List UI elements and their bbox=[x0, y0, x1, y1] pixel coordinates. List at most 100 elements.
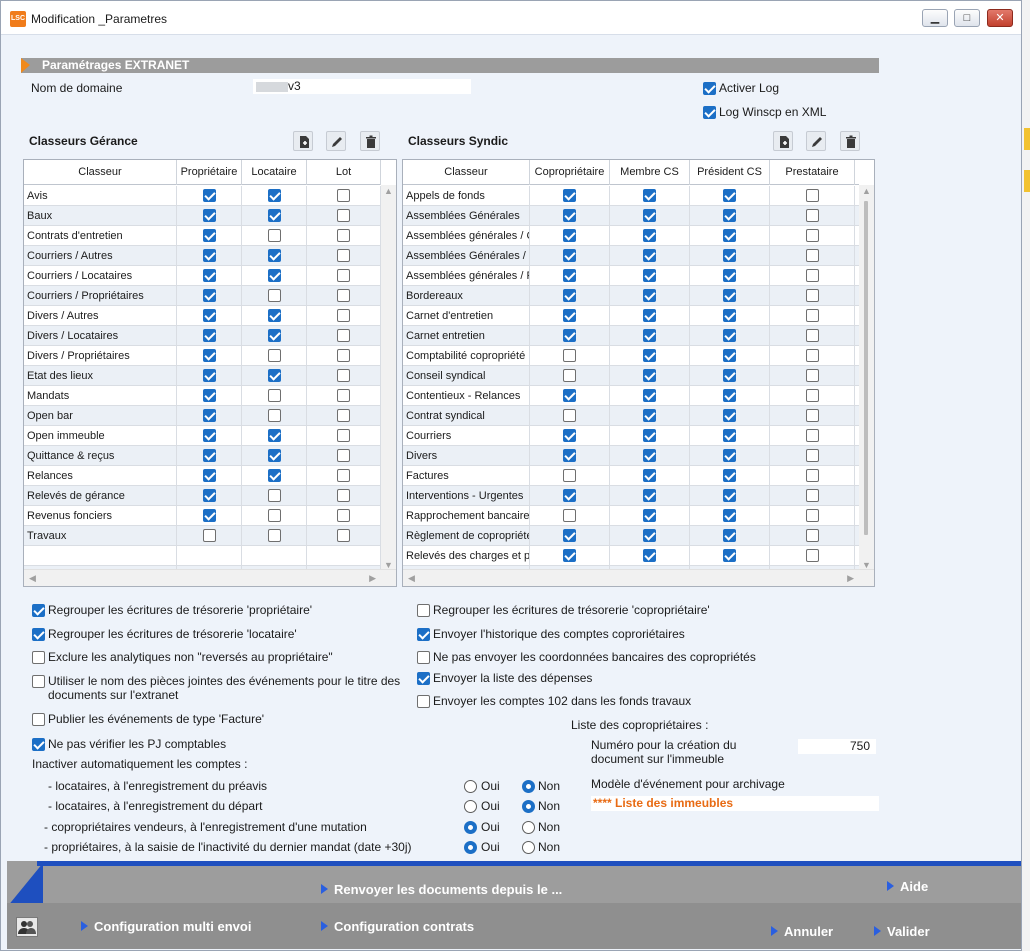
users-icon[interactable] bbox=[16, 917, 38, 937]
radio-non[interactable] bbox=[522, 780, 535, 793]
row-checkbox[interactable] bbox=[806, 309, 819, 322]
row-checkbox[interactable] bbox=[806, 289, 819, 302]
option-checkbox[interactable] bbox=[417, 604, 430, 617]
row-checkbox[interactable] bbox=[723, 209, 736, 222]
row-checkbox[interactable] bbox=[806, 269, 819, 282]
maximize-button[interactable]: □ bbox=[954, 9, 980, 27]
vertical-scrollbar[interactable]: ▲ ▼ bbox=[381, 185, 396, 571]
radio-non[interactable] bbox=[522, 800, 535, 813]
option-checkbox[interactable] bbox=[417, 672, 430, 685]
table-row[interactable]: Contentieux - Relances bbox=[403, 386, 859, 406]
row-checkbox[interactable] bbox=[268, 289, 281, 302]
row-checkbox[interactable] bbox=[643, 369, 656, 382]
row-checkbox[interactable] bbox=[563, 469, 576, 482]
table-row[interactable]: Divers / Locataires bbox=[24, 326, 381, 346]
row-checkbox[interactable] bbox=[268, 309, 281, 322]
row-checkbox[interactable] bbox=[723, 269, 736, 282]
row-checkbox[interactable] bbox=[723, 529, 736, 542]
gerance-add-button[interactable] bbox=[293, 131, 313, 151]
row-checkbox[interactable] bbox=[806, 369, 819, 382]
row-checkbox[interactable] bbox=[723, 309, 736, 322]
row-checkbox[interactable] bbox=[337, 469, 350, 482]
row-checkbox[interactable] bbox=[563, 209, 576, 222]
radio-oui[interactable] bbox=[464, 800, 477, 813]
option-checkbox[interactable] bbox=[32, 738, 45, 751]
table-row[interactable]: Divers / Propriétaires bbox=[24, 346, 381, 366]
row-checkbox[interactable] bbox=[563, 289, 576, 302]
table-row[interactable]: Etat des lieux bbox=[24, 366, 381, 386]
row-checkbox[interactable] bbox=[337, 209, 350, 222]
horizontal-scrollbar[interactable]: ◀ ▶ bbox=[24, 569, 396, 586]
row-checkbox[interactable] bbox=[643, 509, 656, 522]
radio-oui[interactable] bbox=[464, 821, 477, 834]
minimize-button[interactable]: ▁ bbox=[922, 9, 948, 27]
row-checkbox[interactable] bbox=[643, 249, 656, 262]
row-checkbox[interactable] bbox=[563, 489, 576, 502]
radio-oui[interactable] bbox=[464, 780, 477, 793]
row-checkbox[interactable] bbox=[268, 429, 281, 442]
option-checkbox[interactable] bbox=[32, 713, 45, 726]
table-row[interactable]: Courriers / Propriétaires bbox=[24, 286, 381, 306]
modele-input[interactable]: **** Liste des immeubles bbox=[591, 796, 879, 811]
row-checkbox[interactable] bbox=[723, 329, 736, 342]
row-checkbox[interactable] bbox=[723, 349, 736, 362]
row-checkbox[interactable] bbox=[268, 189, 281, 202]
row-checkbox[interactable] bbox=[337, 409, 350, 422]
row-checkbox[interactable] bbox=[806, 429, 819, 442]
row-checkbox[interactable] bbox=[723, 369, 736, 382]
row-checkbox[interactable] bbox=[337, 369, 350, 382]
option-checkbox[interactable] bbox=[32, 628, 45, 641]
row-checkbox[interactable] bbox=[203, 509, 216, 522]
row-checkbox[interactable] bbox=[723, 549, 736, 562]
row-checkbox[interactable] bbox=[643, 189, 656, 202]
syndic-add-button[interactable] bbox=[773, 131, 793, 151]
annuler-button[interactable]: Annuler bbox=[771, 924, 833, 939]
row-checkbox[interactable] bbox=[643, 309, 656, 322]
radio-oui[interactable] bbox=[464, 841, 477, 854]
radio-non[interactable] bbox=[522, 841, 535, 854]
row-checkbox[interactable] bbox=[203, 189, 216, 202]
row-checkbox[interactable] bbox=[268, 449, 281, 462]
table-row[interactable]: Assemblées Générales / D bbox=[403, 246, 859, 266]
row-checkbox[interactable] bbox=[203, 369, 216, 382]
table-row[interactable]: Relances bbox=[24, 466, 381, 486]
scroll-thumb[interactable] bbox=[864, 201, 868, 535]
row-checkbox[interactable] bbox=[337, 229, 350, 242]
row-checkbox[interactable] bbox=[806, 489, 819, 502]
column-header[interactable]: Membre CS bbox=[610, 160, 690, 185]
config-multi-envoi-button[interactable]: Configuration multi envoi bbox=[81, 919, 251, 934]
row-checkbox[interactable] bbox=[806, 549, 819, 562]
row-checkbox[interactable] bbox=[806, 249, 819, 262]
row-checkbox[interactable] bbox=[337, 329, 350, 342]
numero-input[interactable]: 750 bbox=[798, 739, 876, 754]
column-header[interactable]: Président CS bbox=[690, 160, 770, 185]
scroll-up-icon[interactable]: ▲ bbox=[384, 186, 393, 196]
table-row[interactable]: Assemblées Générales bbox=[403, 206, 859, 226]
table-row[interactable]: Baux bbox=[24, 206, 381, 226]
row-checkbox[interactable] bbox=[563, 509, 576, 522]
table-row[interactable]: Conseil syndical bbox=[403, 366, 859, 386]
row-checkbox[interactable] bbox=[268, 389, 281, 402]
row-checkbox[interactable] bbox=[806, 209, 819, 222]
row-checkbox[interactable] bbox=[203, 329, 216, 342]
syndic-edit-button[interactable] bbox=[806, 131, 826, 151]
column-header[interactable]: Copropriétaire bbox=[530, 160, 610, 185]
row-checkbox[interactable] bbox=[723, 469, 736, 482]
gerance-delete-button[interactable] bbox=[360, 131, 380, 151]
radio-non[interactable] bbox=[522, 821, 535, 834]
row-checkbox[interactable] bbox=[563, 389, 576, 402]
row-checkbox[interactable] bbox=[337, 249, 350, 262]
activer-log-checkbox[interactable] bbox=[703, 82, 716, 95]
row-checkbox[interactable] bbox=[806, 189, 819, 202]
row-checkbox[interactable] bbox=[203, 309, 216, 322]
row-checkbox[interactable] bbox=[268, 349, 281, 362]
row-checkbox[interactable] bbox=[337, 509, 350, 522]
row-checkbox[interactable] bbox=[563, 369, 576, 382]
row-checkbox[interactable] bbox=[723, 429, 736, 442]
option-checkbox[interactable] bbox=[32, 651, 45, 664]
row-checkbox[interactable] bbox=[203, 349, 216, 362]
row-checkbox[interactable] bbox=[268, 409, 281, 422]
row-checkbox[interactable] bbox=[723, 449, 736, 462]
row-checkbox[interactable] bbox=[643, 409, 656, 422]
row-checkbox[interactable] bbox=[806, 529, 819, 542]
